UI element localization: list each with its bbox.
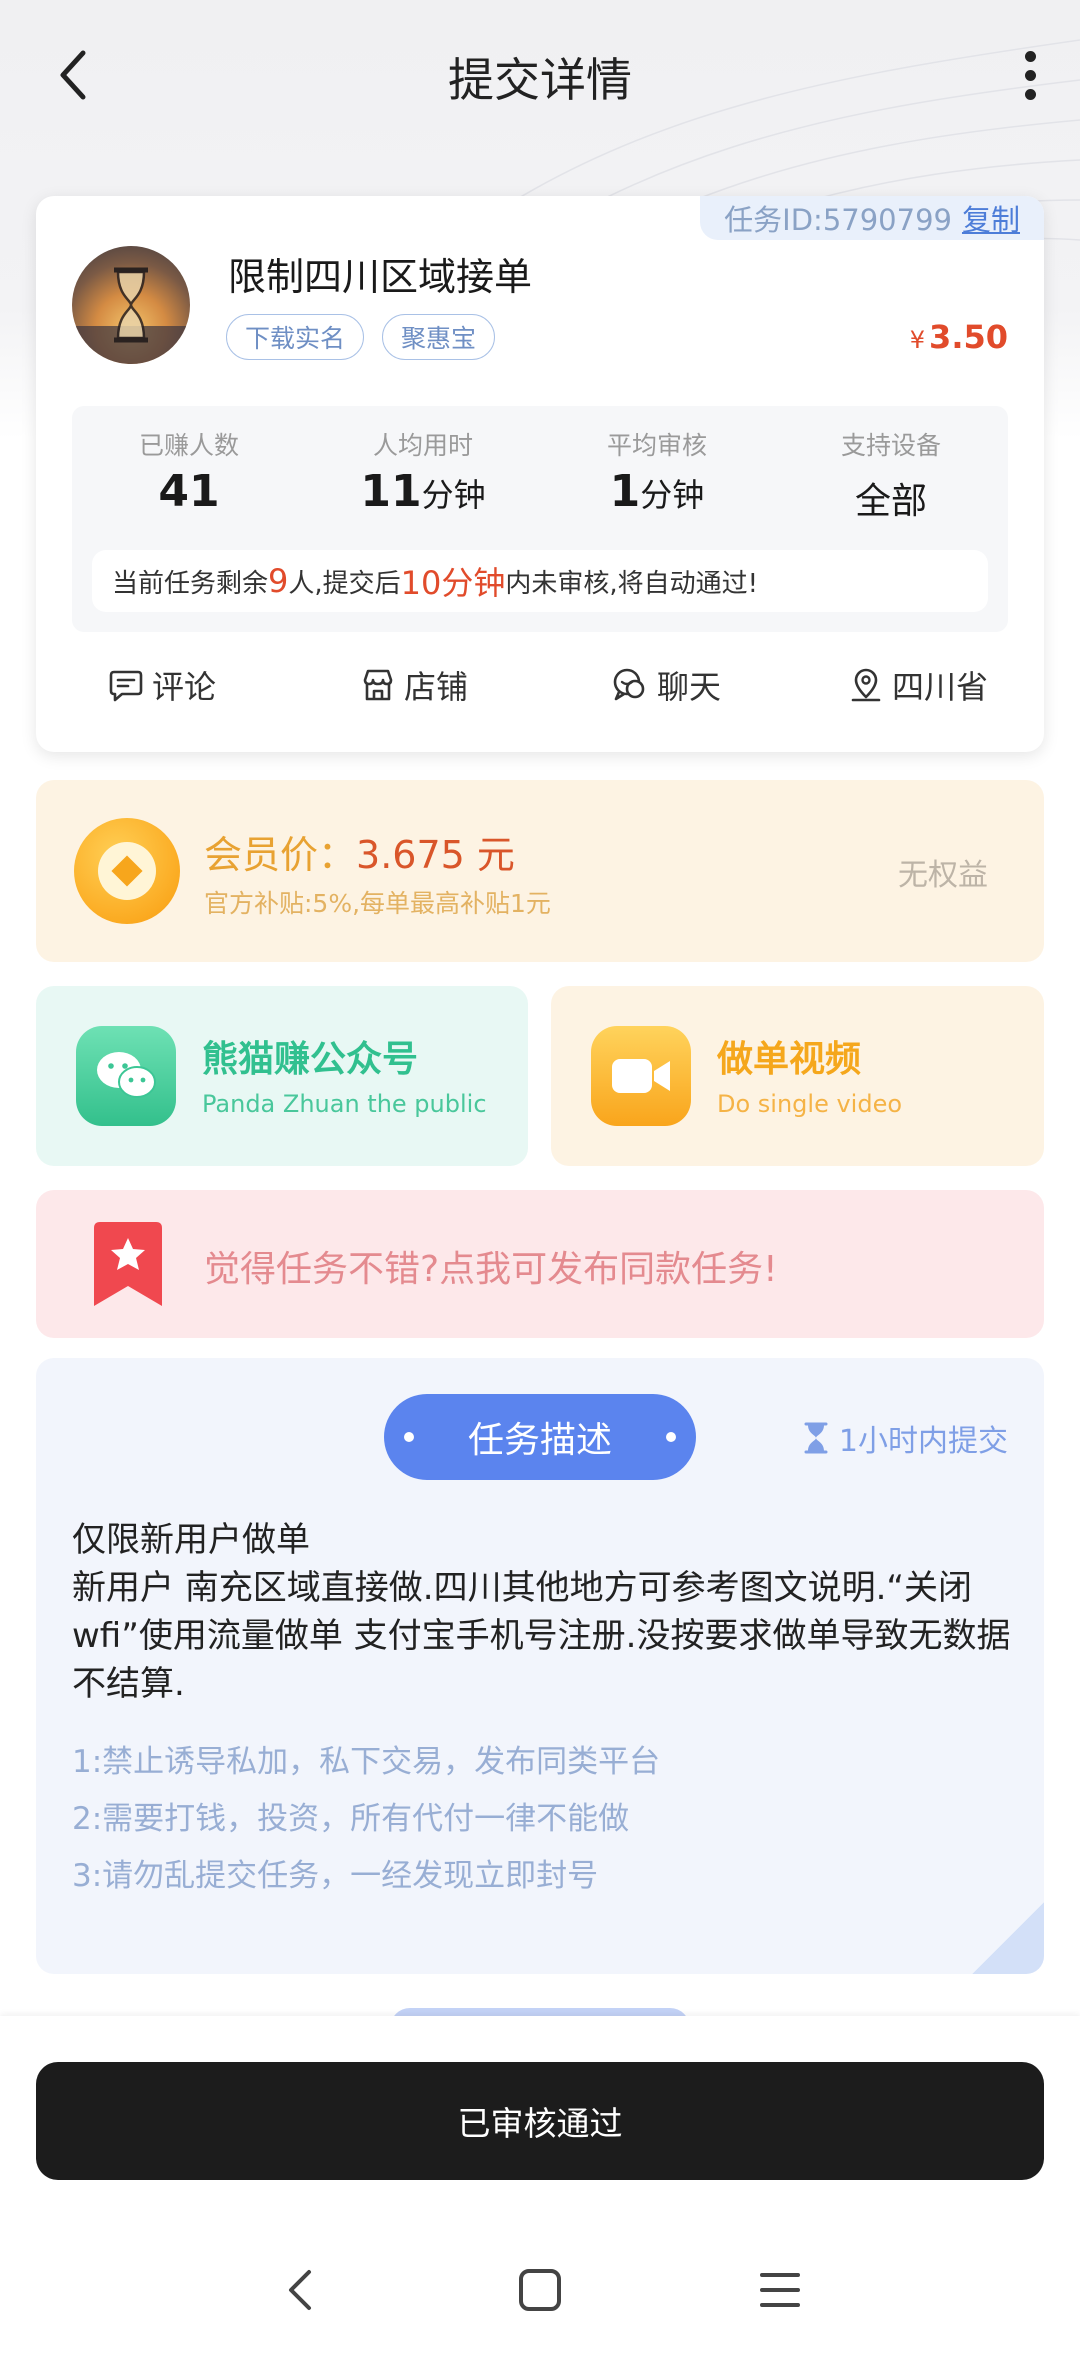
store-button[interactable]: 店铺 bbox=[288, 662, 540, 708]
comment-icon bbox=[109, 670, 143, 702]
stat-label: 已赚人数 bbox=[138, 431, 239, 460]
description-line: 仅限新用户做单 bbox=[72, 1520, 310, 1560]
chat-label: 聊天 bbox=[656, 668, 721, 706]
stat-earned: 已赚人数 41 bbox=[72, 426, 306, 524]
task-description: 任务描述 1小时内提交 仅限新用户做单 新用户 南充区域直接做.四川其他地方可参… bbox=[36, 1358, 1044, 1974]
nav-home-icon bbox=[519, 2269, 561, 2311]
task-price: ¥3.50 bbox=[910, 318, 1008, 356]
submit-deadline: 1小时内提交 bbox=[803, 1416, 1008, 1460]
price-value: 3.50 bbox=[929, 318, 1008, 356]
stats-box: 已赚人数 41 人均用时 11分钟 平均审核 1分钟 支持设备 全部 当前任务剩… bbox=[72, 406, 1008, 632]
stats-row: 已赚人数 41 人均用时 11分钟 平均审核 1分钟 支持设备 全部 bbox=[72, 426, 1008, 524]
chat-icon bbox=[613, 668, 645, 701]
comment-label: 评论 bbox=[151, 668, 216, 706]
member-price-bar[interactable]: 会员价：3.675 元 官方补贴:5%,每单最高补贴1元 无权益 bbox=[36, 780, 1044, 962]
rule-item: 1:禁止诱导私加，私下交易，发布同类平台 bbox=[72, 1744, 661, 1780]
more-button[interactable] bbox=[1000, 40, 1060, 110]
nav-menu-icon bbox=[760, 2273, 800, 2307]
location-label: 四川省 bbox=[891, 668, 988, 706]
store-icon bbox=[363, 669, 393, 701]
rule-item: 3:请勿乱提交任务，一经发现立即封号 bbox=[72, 1858, 599, 1894]
copy-id-link[interactable]: 复制 bbox=[962, 197, 1020, 239]
task-id: 任务ID:5790799 bbox=[724, 203, 952, 237]
system-nav-bar bbox=[0, 2240, 1080, 2340]
video-title: 做单视频 bbox=[717, 1039, 862, 1080]
notice-remaining: 9 bbox=[268, 562, 289, 600]
store-label: 店铺 bbox=[403, 668, 468, 706]
approved-status-button[interactable]: 已审核通过 bbox=[36, 2062, 1044, 2180]
task-id-box: 任务ID:5790799 复制 bbox=[700, 196, 1044, 240]
wechat-title: 熊猫赚公众号 bbox=[202, 1039, 419, 1080]
stat-devices: 支持设备 全部 bbox=[774, 426, 1008, 524]
rule-item: 2:需要打钱，投资，所有代付一律不能做 bbox=[72, 1801, 630, 1837]
member-label: 会员价： bbox=[204, 833, 357, 877]
location-icon bbox=[851, 668, 881, 702]
notice-minutes: 10分钟 bbox=[400, 564, 506, 602]
nav-back-button[interactable] bbox=[260, 2250, 340, 2330]
description-title: 任务描述 bbox=[384, 1394, 696, 1480]
location-button[interactable]: 四川省 bbox=[792, 662, 1044, 708]
member-price-value: 3.675 元 bbox=[356, 833, 515, 877]
deadline-text: 1小时内提交 bbox=[838, 1424, 1008, 1459]
page-fold-decoration bbox=[972, 1902, 1044, 1974]
page-title: 提交详情 bbox=[448, 53, 632, 107]
stat-number: 1 bbox=[609, 466, 641, 517]
stat-avg-review: 平均审核 1分钟 bbox=[540, 426, 774, 524]
video-tutorial-card[interactable]: 做单视频 Do single video bbox=[551, 986, 1044, 1166]
stat-number: 41 bbox=[158, 466, 220, 517]
video-icon bbox=[591, 1026, 691, 1126]
tag-platform: 聚惠宝 bbox=[382, 314, 496, 360]
wechat-official-card[interactable]: 熊猫赚公众号 Panda Zhuan the public bbox=[36, 986, 528, 1166]
stat-value: 1分钟 bbox=[540, 466, 774, 517]
wechat-icon bbox=[76, 1026, 176, 1126]
member-rights: 无权益 bbox=[898, 858, 988, 893]
more-icon bbox=[1024, 50, 1036, 62]
task-card: 任务ID:5790799 复制 限制四川区域接单 下载实名 聚惠宝 ¥3.50 … bbox=[36, 196, 1044, 752]
stat-unit: 分钟 bbox=[640, 476, 705, 514]
chat-button[interactable]: 聊天 bbox=[540, 662, 792, 708]
description-line: 新用户 南充区域直接做.四川其他地方可参考图文说明.“关闭wfi”使用流量做单 … bbox=[72, 1568, 1011, 1704]
hourglass-icon bbox=[804, 1422, 828, 1454]
tag-download: 下载实名 bbox=[226, 314, 365, 360]
wechat-subtitle: Panda Zhuan the public bbox=[202, 1090, 487, 1118]
auto-approve-notice: 当前任务剩余 9 人,提交后 10分钟 内未审核,将自动通过! bbox=[92, 550, 988, 612]
stat-unit: 分钟 bbox=[421, 476, 486, 514]
bookmark-star-icon bbox=[94, 1222, 162, 1306]
member-price: 会员价：3.675 元 bbox=[204, 824, 515, 879]
stat-label: 支持设备 bbox=[840, 431, 941, 460]
stat-avg-time: 人均用时 11分钟 bbox=[306, 426, 540, 524]
nav-back-icon bbox=[289, 2270, 311, 2310]
description-body: 仅限新用户做单 新用户 南充区域直接做.四川其他地方可参考图文说明.“关闭wfi… bbox=[72, 1516, 1012, 1708]
coin-icon bbox=[74, 818, 180, 924]
publish-text: 觉得任务不错?点我可发布同款任务! bbox=[204, 1249, 778, 1290]
comment-button[interactable]: 评论 bbox=[36, 662, 288, 708]
stat-value: 全部 bbox=[854, 481, 927, 522]
app-header: 提交详情 bbox=[0, 0, 1080, 150]
task-actions: 评论 店铺 聊天 四川省 bbox=[36, 662, 1044, 708]
task-tags: 下载实名 聚惠宝 bbox=[226, 314, 496, 360]
nav-home-button[interactable] bbox=[500, 2250, 580, 2330]
rules-list: 1:禁止诱导私加，私下交易，发布同类平台 2:需要打钱，投资，所有代付一律不能做… bbox=[72, 1734, 660, 1905]
nav-menu-button[interactable] bbox=[740, 2250, 820, 2330]
video-subtitle: Do single video bbox=[717, 1090, 903, 1118]
stat-label: 人均用时 bbox=[372, 431, 473, 460]
task-avatar bbox=[72, 246, 190, 364]
notice-text: 内未审核,将自动通过! bbox=[505, 568, 759, 599]
stat-value: 41 bbox=[72, 466, 306, 517]
member-subsidy: 官方补贴:5%,每单最高补贴1元 bbox=[204, 889, 551, 918]
stat-value: 11分钟 bbox=[306, 466, 540, 517]
stat-number: 11 bbox=[360, 466, 422, 517]
currency-symbol: ¥ bbox=[909, 326, 926, 354]
task-title: 限制四川区域接单 bbox=[228, 255, 533, 299]
notice-text: 当前任务剩余 bbox=[112, 568, 269, 599]
stat-label: 平均审核 bbox=[606, 431, 707, 460]
publish-similar-banner[interactable]: 觉得任务不错?点我可发布同款任务! bbox=[36, 1190, 1044, 1338]
notice-text: 人,提交后 bbox=[288, 568, 401, 599]
